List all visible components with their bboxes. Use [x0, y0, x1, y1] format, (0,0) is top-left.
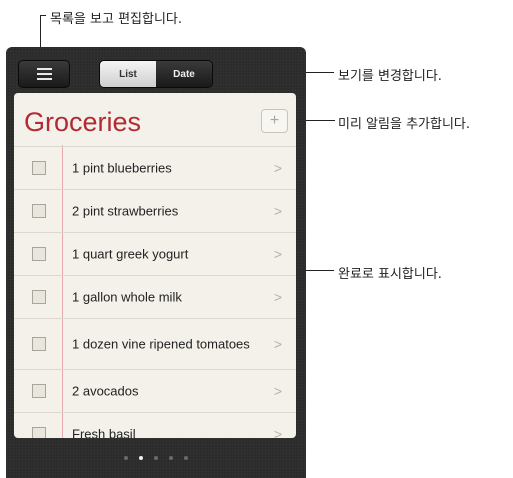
- list-title: Groceries: [24, 107, 142, 137]
- add-reminder-button[interactable]: +: [261, 109, 288, 133]
- view-date-button[interactable]: Date: [156, 61, 212, 87]
- item-label: 1 quart greek yogurt: [72, 246, 189, 262]
- list-item[interactable]: 2 avocados >: [14, 370, 296, 413]
- item-label: Fresh basil: [72, 426, 136, 439]
- complete-checkbox[interactable]: [32, 204, 46, 218]
- page-dot-active: [139, 456, 143, 460]
- list-item[interactable]: Fresh basil >: [14, 413, 296, 438]
- plus-icon: +: [269, 112, 280, 129]
- complete-checkbox[interactable]: [32, 247, 46, 261]
- complete-checkbox[interactable]: [32, 427, 46, 438]
- view-list-button[interactable]: List: [100, 61, 156, 87]
- chevron-right-icon[interactable]: >: [274, 426, 282, 438]
- complete-checkbox[interactable]: [32, 384, 46, 398]
- chevron-right-icon[interactable]: >: [274, 203, 282, 219]
- menu-button[interactable]: [18, 60, 70, 88]
- menu-icon: [36, 68, 52, 80]
- page-dot: [124, 456, 128, 460]
- list-item[interactable]: 1 pint blueberries >: [14, 146, 296, 190]
- list-item[interactable]: 1 gallon whole milk >: [14, 276, 296, 319]
- page-indicator[interactable]: [6, 456, 306, 460]
- chevron-right-icon[interactable]: >: [274, 336, 282, 352]
- reminder-list-panel: Groceries + 1 pint blueberries > 2 pint …: [14, 93, 296, 438]
- page-dot: [184, 456, 188, 460]
- item-label: 2 pint strawberries: [72, 203, 179, 219]
- list-item[interactable]: 1 dozen vine ripened tomatoes >: [14, 319, 296, 370]
- item-label: 2 avocados: [72, 383, 139, 399]
- callout-complete: 완료로 표시합니다.: [338, 267, 442, 282]
- list-item[interactable]: 2 pint strawberries >: [14, 190, 296, 233]
- chevron-right-icon[interactable]: >: [274, 160, 282, 176]
- list-item[interactable]: 1 quart greek yogurt >: [14, 233, 296, 276]
- chevron-right-icon[interactable]: >: [274, 383, 282, 399]
- page-dot: [154, 456, 158, 460]
- chevron-right-icon[interactable]: >: [274, 246, 282, 262]
- complete-checkbox[interactable]: [32, 290, 46, 304]
- item-label: 1 pint blueberries: [72, 160, 172, 176]
- callout-view: 보기를 변경합니다.: [338, 69, 442, 84]
- chevron-right-icon[interactable]: >: [274, 289, 282, 305]
- item-label: 1 gallon whole milk: [72, 289, 182, 305]
- reminders-screen: List Date Groceries + 1 pint blueberries…: [6, 47, 306, 478]
- callout-add: 미리 알림을 추가합니다.: [338, 117, 470, 132]
- page-dot: [169, 456, 173, 460]
- item-label: 1 dozen vine ripened tomatoes: [72, 336, 250, 352]
- reminder-list: 1 pint blueberries > 2 pint strawberries…: [14, 146, 296, 438]
- callout-menu: 목록을 보고 편집합니다.: [50, 12, 182, 27]
- complete-checkbox[interactable]: [32, 161, 46, 175]
- view-switcher: List Date: [99, 60, 213, 88]
- complete-checkbox[interactable]: [32, 337, 46, 351]
